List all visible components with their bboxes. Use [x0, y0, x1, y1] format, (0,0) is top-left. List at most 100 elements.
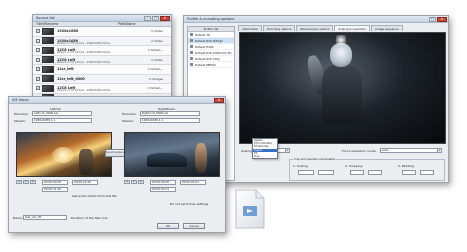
- right-start-time[interactable]: 00:00:00.00: [150, 180, 176, 185]
- play-icon[interactable]: ▸: [131, 180, 137, 184]
- padding-group-label: 3. Padding: [398, 164, 414, 168]
- scaling-width-field[interactable]: [298, 170, 314, 175]
- tab-image-sequence[interactable]: Image sequence: [371, 25, 403, 31]
- video-preview: [239, 32, 446, 144]
- play-icon[interactable]: ▸: [23, 180, 29, 184]
- minimize-icon[interactable]: –: [144, 15, 151, 21]
- source-details: Stream in TIF picture - 2560x1080 20 fps: [57, 41, 111, 45]
- profile-name: Default 3D: [195, 32, 211, 37]
- tab-stereoscopic-options[interactable]: Stereoscopic options: [296, 25, 334, 31]
- source-row[interactable]: ✓ 12cr_left C:\Video\...: [33, 65, 171, 75]
- profile-name: Default R36 1280x720 3D: [195, 50, 232, 55]
- right-duration-value: 00:00:00.01: [152, 187, 170, 191]
- right-frame-car: [147, 153, 187, 167]
- video-thumbnail: [42, 27, 54, 35]
- profile-name: Default R36 720p: [195, 56, 220, 61]
- frame-settings-label[interactable]: Do not set frame settings: [170, 202, 208, 206]
- ok-button[interactable]: OK: [157, 223, 179, 229]
- chevron-down-icon[interactable]: ▾: [285, 149, 289, 152]
- left-end-time[interactable]: 00:00:21.00: [72, 180, 98, 185]
- source-path: C:\Video: [151, 38, 163, 43]
- crop-right-field[interactable]: [368, 170, 382, 175]
- source-name: 1920x1080: [57, 29, 79, 34]
- source-row[interactable]: ✓ 1920x1080 Stream in TIF picture - 2560x1…: [33, 36, 171, 46]
- right-stream-label: Stream:: [122, 119, 134, 123]
- pad-left-field[interactable]: [402, 170, 416, 175]
- source-list-titlebar[interactable]: Source list – □ ✕: [33, 15, 171, 22]
- row-checkbox[interactable]: ✓: [36, 38, 40, 43]
- next-frame-icon[interactable]: ▸: [30, 180, 36, 184]
- video-thumbnail: [42, 65, 54, 73]
- row-checkbox[interactable]: ✓: [36, 29, 40, 34]
- right-filename-label: Filename:: [122, 112, 137, 116]
- maximize-icon[interactable]: □: [152, 15, 159, 21]
- chevron-down-icon[interactable]: ▾: [437, 149, 441, 152]
- column-header-path[interactable]: Path/Name: [115, 22, 153, 26]
- right-end-time[interactable]: 00:00:00.01: [180, 180, 206, 185]
- column-header-title[interactable]: Title/Filename: [33, 22, 115, 26]
- tab-encoding-options[interactable]: Encoding options: [263, 25, 296, 31]
- profile-icon: [190, 45, 193, 48]
- right-stream-field[interactable]: 1920x1080 1.1: [140, 118, 200, 123]
- cut-titlebar[interactable]: IVE Move ✕: [9, 97, 225, 104]
- left-filename-field[interactable]: Left/cut_0000.avi: [32, 111, 92, 116]
- row-checkbox[interactable]: ✓: [36, 48, 40, 53]
- row-checkbox[interactable]: ✓: [36, 67, 40, 72]
- scaling-height-field[interactable]: [318, 170, 334, 175]
- window-title: IVE Move: [12, 98, 29, 102]
- right-filename-value: Right/cut_0000.avi: [142, 111, 169, 115]
- row-checkbox[interactable]: ✓: [36, 86, 40, 91]
- source-row[interactable]: ✓ 12cr_left_0000 C:\Images: [33, 74, 171, 84]
- right-filename-field[interactable]: Right/cut_0000.avi: [140, 111, 200, 116]
- source-details: Stream in TIF picture - 2560x1080 20 fps: [57, 60, 111, 64]
- close-icon[interactable]: ✕: [437, 16, 447, 22]
- pad-right-field[interactable]: [420, 170, 434, 175]
- profile-icon: [190, 39, 193, 42]
- left-start-time[interactable]: 00:00:00.00: [42, 180, 68, 185]
- left-duration-value: 00:00:21.00: [44, 187, 62, 191]
- prev-frame-icon[interactable]: ◂: [124, 180, 130, 184]
- profile-icon: [190, 57, 193, 60]
- preview-figure-head: [330, 43, 352, 67]
- row-checkbox[interactable]: ✓: [36, 76, 40, 81]
- right-duration[interactable]: 00:00:00.01: [150, 187, 176, 192]
- close-icon[interactable]: ✕: [214, 97, 224, 103]
- left-duration[interactable]: 00:00:21.00: [42, 187, 68, 192]
- source-row[interactable]: ✓12C8 LeftStream in TIF picture - 2560x1…: [33, 55, 171, 65]
- audio-note: Get audio tracks from this file: [72, 194, 117, 198]
- left-stream-value: 1920x1080 1.1: [34, 118, 56, 122]
- source-row[interactable]: ✓12C8 LeftStream in TIF picture - 2560x1…: [33, 46, 171, 56]
- source-row[interactable]: ✓12C8 LeftStream in TIF picture - 2560x1…: [33, 84, 171, 94]
- left-stream-panel: Left/Up Filename: Left/cut_0000.avi Stre…: [12, 106, 117, 214]
- video-thumbnail: [42, 75, 54, 83]
- dropdown-option[interactable]: Crop: [253, 155, 277, 158]
- profile-icon: [190, 51, 193, 54]
- left-stream-label: Stream:: [14, 119, 26, 123]
- profile-name: Default H264: [195, 44, 214, 49]
- window-title: Source list: [36, 16, 55, 20]
- tab-scaling-resolution[interactable]: Scaling & resolution: [334, 25, 371, 31]
- row-checkbox[interactable]: ✓: [36, 57, 40, 62]
- source-row[interactable]: ✓ 1920x1080 C:\Video: [33, 27, 171, 37]
- maximize-icon[interactable]: □: [429, 16, 436, 22]
- close-icon[interactable]: ✕: [160, 15, 170, 21]
- source-name: 12cr_left_0000: [57, 76, 85, 81]
- name-value: test_out_30: [25, 215, 42, 219]
- cropping-group-label: 2. Cropping: [345, 164, 363, 168]
- name-field[interactable]: test_out_30: [23, 215, 67, 220]
- left-stream-field[interactable]: 1920x1080 1.1: [32, 118, 92, 123]
- profile-list-item[interactable]: Default MPEG2: [188, 62, 234, 68]
- source-name: 12cr_left: [57, 67, 74, 72]
- profile-icon: [190, 63, 193, 66]
- crop-left-field[interactable]: [350, 170, 364, 175]
- next-frame-icon[interactable]: ▸: [138, 180, 144, 184]
- tab-information[interactable]: Information: [238, 25, 263, 31]
- cancel-button[interactable]: Cancel: [183, 223, 205, 229]
- profile-tabs: Information Encoding options Stereoscopic …: [238, 25, 404, 31]
- prev-frame-icon[interactable]: ◂: [16, 180, 22, 184]
- left-end-value: 00:00:21.00: [74, 180, 92, 184]
- profile-titlebar[interactable]: Profile & encoding options □ ✕: [184, 16, 448, 23]
- right-stream-panel: Right/Down Filename: Right/cut_0000.avi …: [120, 106, 224, 214]
- profile-icon: [190, 33, 193, 36]
- force-resolution-select[interactable]: Auto ▾: [380, 148, 442, 153]
